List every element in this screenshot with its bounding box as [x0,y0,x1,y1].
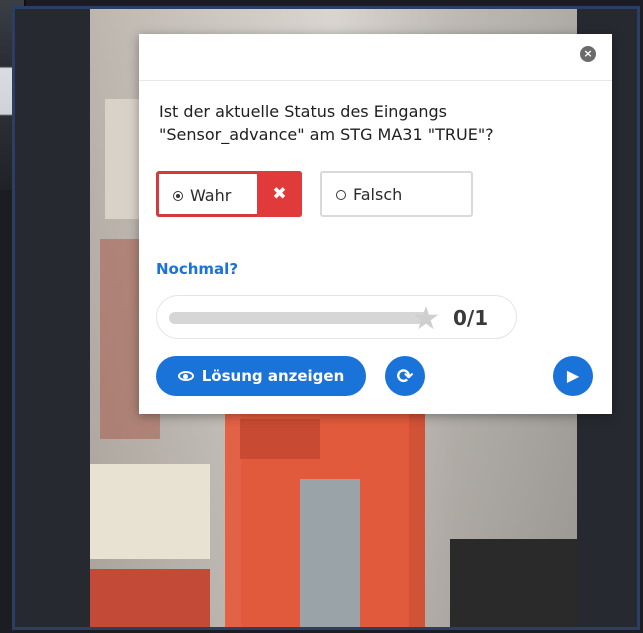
play-icon[interactable]: ▶ [553,356,593,396]
radio-unselected-icon [336,189,346,200]
eye-icon [177,371,194,381]
machine-column-graphic [300,479,360,627]
question-text: Ist der aktuelle Status des Eingangs "Se… [159,100,589,146]
answer-label-wrap: Wahr [173,186,231,205]
box-graphic [90,464,210,559]
star-icon: ★ [411,299,441,337]
score-text: 0/1 [453,306,489,330]
wrong-mark-icon: ✖ [257,171,302,217]
answer-label: Falsch [353,185,403,204]
answer-option-wahr[interactable]: Wahr ✖ [156,171,302,217]
machine-base-graphic [90,569,210,627]
close-icon[interactable]: × [580,46,596,62]
refresh-icon[interactable]: ⟳ [385,356,425,396]
answer-label: Wahr [190,186,232,205]
retry-link[interactable]: Nochmal? [156,260,238,278]
question-line-1: Ist der aktuelle Status des Eingangs [159,102,448,121]
progress-track [169,312,429,324]
show-solution-button[interactable]: Lösung anzeigen [156,356,366,396]
quiz-dialog: × Ist der aktuelle Status des Eingangs "… [139,34,612,414]
answer-label-wrap: Falsch [336,185,402,204]
dark-equipment-graphic [450,539,577,627]
question-line-2: "Sensor_advance" am STG MA31 "TRUE"? [159,125,494,144]
answer-option-falsch[interactable]: Falsch [320,171,473,217]
score-bar: ★ 0/1 [156,295,517,339]
show-solution-label: Lösung anzeigen [201,367,345,385]
dialog-header: × [139,34,612,81]
radio-selected-icon [173,190,183,201]
machine-part-graphic [240,419,320,459]
